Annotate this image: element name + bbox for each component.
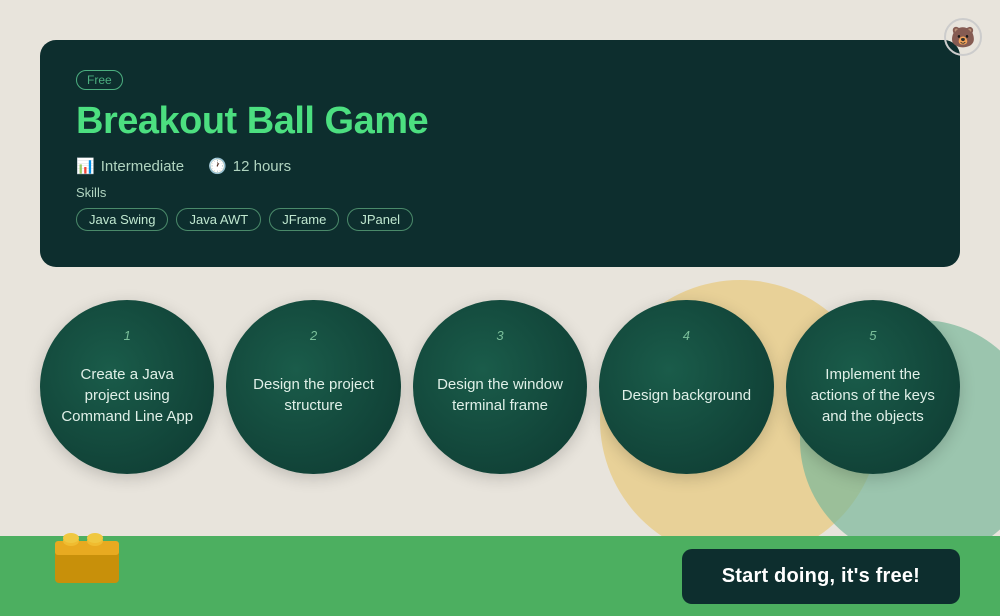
step-5-text: Implement the actions of the keys and th…	[806, 364, 940, 427]
skill-tag-jpanel: JPanel	[347, 208, 413, 231]
step-2-text: Design the project structure	[246, 374, 380, 416]
course-title: Breakout Ball Game	[76, 100, 924, 143]
time-icon: 🕐	[208, 157, 227, 175]
meta-row: 📊 Intermediate 🕐 12 hours	[76, 157, 924, 175]
level-meta: 📊 Intermediate	[76, 157, 184, 175]
skills-tags: Java Swing Java AWT JFrame JPanel	[76, 208, 924, 231]
step-5: 5 Implement the actions of the keys and …	[786, 300, 960, 474]
level-text: Intermediate	[101, 158, 184, 175]
level-icon: 📊	[76, 157, 95, 175]
step-1-text: Create a Java project using Command Line…	[60, 364, 194, 427]
step-1-number: 1	[124, 328, 131, 343]
step-3: 3 Design the window terminal frame	[413, 300, 587, 474]
skill-tag-java-awt: Java AWT	[176, 208, 261, 231]
course-card: Free Breakout Ball Game 📊 Intermediate 🕐…	[40, 40, 960, 267]
time-meta: 🕐 12 hours	[208, 157, 291, 175]
steps-section: 1 Create a Java project using Command Li…	[40, 300, 960, 474]
bottom-section: Start doing, it's free!	[0, 536, 1000, 616]
lego-brick	[55, 531, 119, 588]
skill-tag-jframe: JFrame	[269, 208, 339, 231]
step-4: 4 Design background	[599, 300, 773, 474]
step-3-text: Design the window terminal frame	[433, 374, 567, 416]
step-2: 2 Design the project structure	[226, 300, 400, 474]
step-1: 1 Create a Java project using Command Li…	[40, 300, 214, 474]
free-badge: Free	[76, 70, 123, 90]
start-button[interactable]: Start doing, it's free!	[682, 549, 960, 604]
step-4-text: Design background	[622, 385, 751, 406]
skills-label: Skills	[76, 185, 924, 200]
step-4-number: 4	[683, 328, 690, 343]
step-2-number: 2	[310, 328, 317, 343]
step-5-number: 5	[869, 328, 876, 343]
time-text: 12 hours	[233, 158, 291, 175]
skill-tag-java-swing: Java Swing	[76, 208, 168, 231]
step-3-number: 3	[496, 328, 503, 343]
bear-icon: 🐻	[944, 18, 982, 56]
